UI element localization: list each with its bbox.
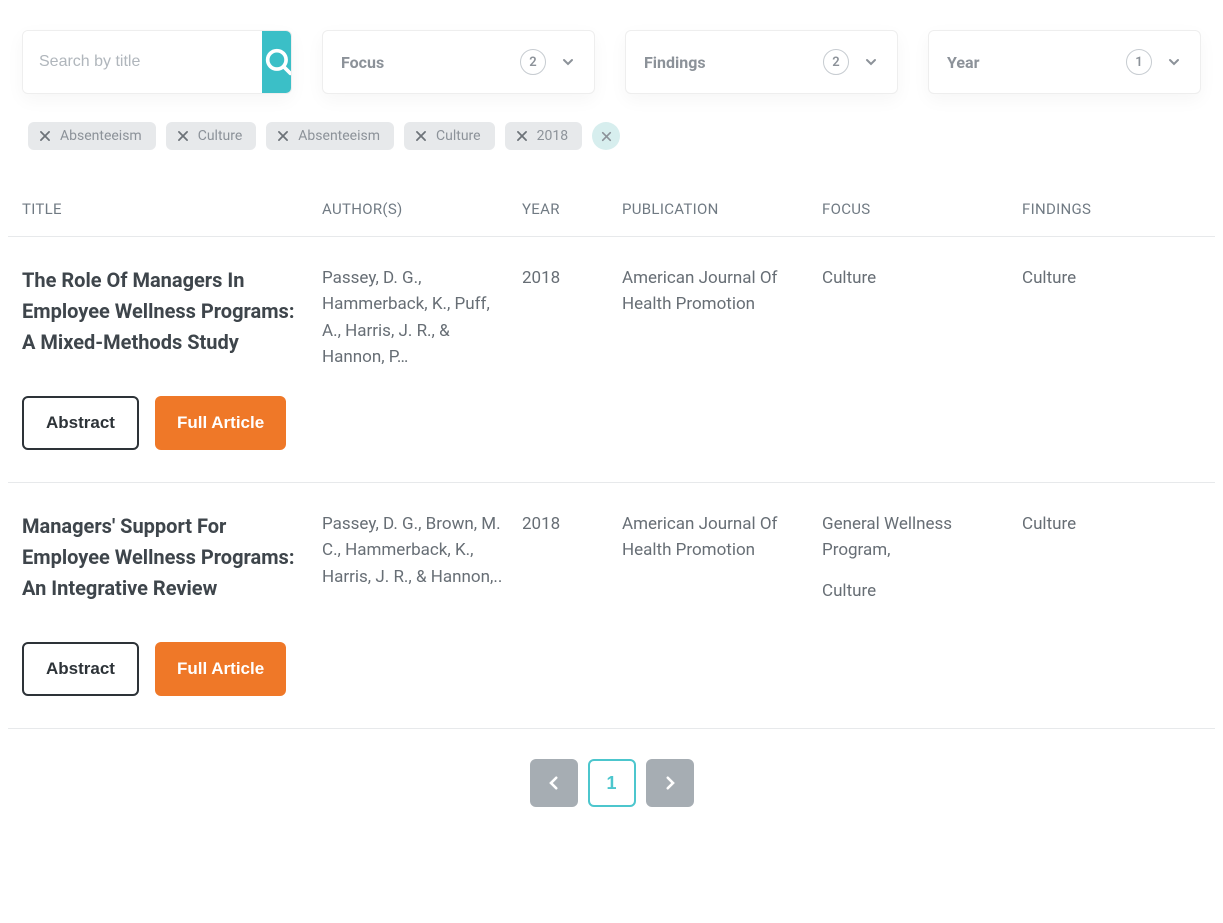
- cell-year: 2018: [522, 511, 622, 696]
- filter-focus[interactable]: Focus 2: [322, 30, 595, 94]
- column-title: TITLE: [22, 200, 322, 218]
- article-title[interactable]: Managers' Support For Employee Wellness …: [22, 511, 298, 604]
- abstract-button[interactable]: Abstract: [22, 396, 139, 450]
- cell-focus: Culture: [822, 265, 1022, 450]
- chip-label: Absenteeism: [60, 128, 142, 144]
- filter-chip[interactable]: Culture: [166, 122, 257, 150]
- column-publication: PUBLICATION: [622, 200, 822, 218]
- chevron-right-icon: [661, 774, 679, 792]
- cell-findings: Culture: [1022, 265, 1201, 450]
- chip-label: Culture: [436, 128, 481, 144]
- filter-chip[interactable]: Absenteeism: [266, 122, 394, 150]
- chevron-down-icon: [560, 54, 576, 70]
- filter-label: Focus: [341, 53, 384, 72]
- cell-publication: American Journal Of Health Promotion: [622, 265, 822, 450]
- full-article-button[interactable]: Full Article: [155, 642, 286, 696]
- table-row: The Role Of Managers In Employee Wellnes…: [8, 237, 1215, 483]
- cell-authors: Passey, D. G., Brown, M. C., Hammerback,…: [322, 511, 522, 696]
- chip-label: Culture: [198, 128, 243, 144]
- abstract-button[interactable]: Abstract: [22, 642, 139, 696]
- full-article-button[interactable]: Full Article: [155, 396, 286, 450]
- cell-focus: General Wellness Program, Culture: [822, 511, 1022, 696]
- column-findings: FINDINGS: [1022, 200, 1201, 218]
- close-icon: [515, 129, 529, 143]
- close-icon: [276, 129, 290, 143]
- cell-authors: Passey, D. G., Hammerback, K., Puff, A.,…: [322, 265, 522, 450]
- filter-count-badge: 2: [520, 49, 546, 75]
- column-focus: FOCUS: [822, 200, 1022, 218]
- clear-all-filters-button[interactable]: [592, 122, 620, 150]
- search-icon: [262, 45, 292, 79]
- close-icon: [414, 129, 428, 143]
- focus-tag: Culture: [822, 265, 1010, 291]
- filter-year[interactable]: Year 1: [928, 30, 1201, 94]
- filter-count-badge: 2: [823, 49, 849, 75]
- table-row: Managers' Support For Employee Wellness …: [8, 483, 1215, 729]
- cell-publication: American Journal Of Health Promotion: [622, 511, 822, 696]
- cell-year: 2018: [522, 265, 622, 450]
- pagination: 1: [8, 729, 1215, 807]
- filter-findings[interactable]: Findings 2: [625, 30, 898, 94]
- search-box: [22, 30, 292, 94]
- chevron-left-icon: [545, 774, 563, 792]
- filter-chip[interactable]: Culture: [404, 122, 495, 150]
- focus-tag: Culture: [822, 578, 1010, 604]
- filter-chip[interactable]: Absenteeism: [28, 122, 156, 150]
- chip-label: Absenteeism: [298, 128, 380, 144]
- chip-label: 2018: [537, 128, 568, 144]
- filter-label: Findings: [644, 53, 706, 72]
- filter-label: Year: [947, 53, 979, 72]
- close-icon: [38, 129, 52, 143]
- article-title[interactable]: The Role Of Managers In Employee Wellnes…: [22, 265, 298, 358]
- cell-findings: Culture: [1022, 511, 1201, 696]
- filter-count-badge: 1: [1126, 49, 1152, 75]
- column-authors: AUTHOR(S): [322, 200, 522, 218]
- filter-bar: Focus 2 Findings 2 Year 1: [8, 30, 1215, 122]
- table-header: TITLE AUTHOR(S) YEAR PUBLICATION FOCUS F…: [8, 200, 1215, 237]
- search-input[interactable]: [23, 31, 262, 93]
- next-page-button[interactable]: [646, 759, 694, 807]
- prev-page-button[interactable]: [530, 759, 578, 807]
- close-icon: [176, 129, 190, 143]
- close-icon: [600, 130, 613, 143]
- page-number[interactable]: 1: [588, 759, 636, 807]
- column-year: YEAR: [522, 200, 622, 218]
- search-button[interactable]: [262, 31, 292, 93]
- chevron-down-icon: [863, 54, 879, 70]
- chevron-down-icon: [1166, 54, 1182, 70]
- active-filter-chips: Absenteeism Culture Absenteeism Culture …: [8, 122, 1215, 200]
- focus-tag: General Wellness Program,: [822, 511, 1010, 564]
- filter-chip[interactable]: 2018: [505, 122, 582, 150]
